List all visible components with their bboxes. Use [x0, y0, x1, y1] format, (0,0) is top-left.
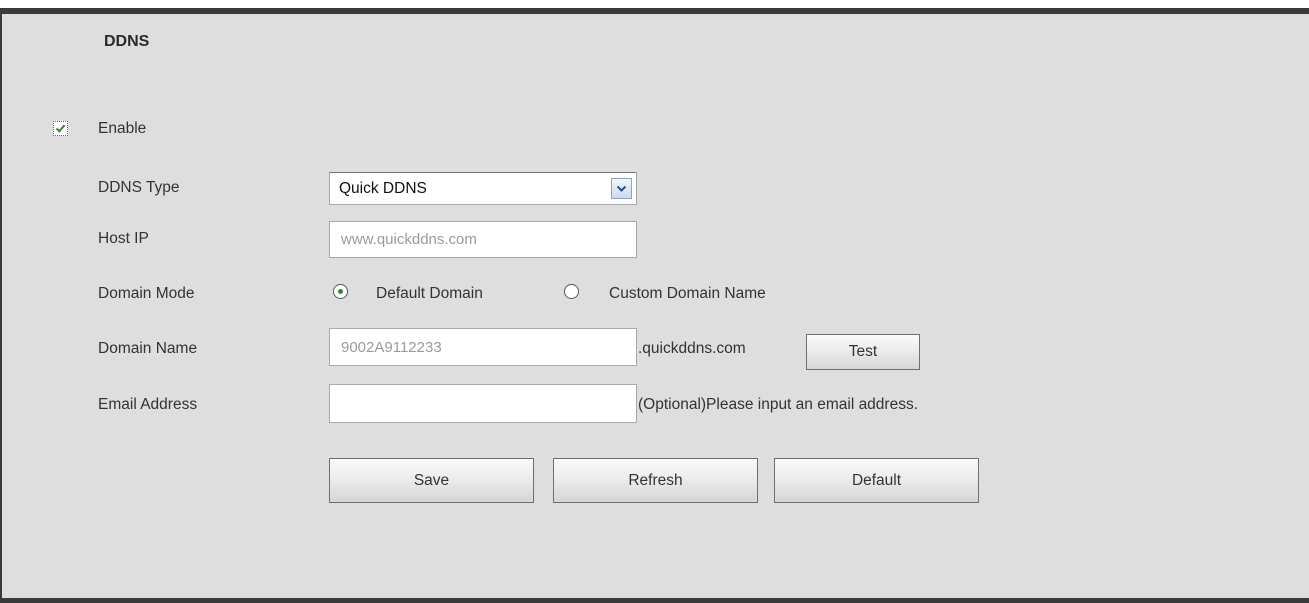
ddns-type-value: Quick DDNS — [339, 179, 427, 197]
radio-dot-icon — [338, 289, 343, 294]
host-ip-field[interactable]: www.quickddns.com — [329, 221, 637, 258]
radio-default-domain[interactable] — [333, 284, 348, 299]
refresh-button[interactable]: Refresh — [553, 458, 758, 503]
email-label: Email Address — [98, 396, 198, 413]
radio-custom-domain[interactable] — [564, 284, 579, 299]
check-icon — [55, 124, 66, 133]
domain-name-label: Domain Name — [98, 340, 198, 357]
ddns-type-label: DDNS Type — [98, 179, 180, 196]
email-field[interactable] — [329, 384, 637, 423]
save-button[interactable]: Save — [329, 458, 534, 503]
domain-suffix: .quickddns.com — [638, 340, 746, 357]
enable-checkbox[interactable] — [53, 121, 68, 136]
email-hint: (Optional)Please input an email address. — [638, 396, 919, 413]
default-domain-label: Default Domain — [376, 285, 483, 302]
test-button[interactable]: Test — [806, 334, 920, 370]
tab-ddns-label: DDNS — [104, 33, 150, 50]
custom-domain-label: Custom Domain Name — [609, 285, 766, 302]
chevron-down-icon[interactable] — [611, 178, 632, 199]
host-ip-label: Host IP — [98, 230, 149, 247]
host-ip-value: www.quickddns.com — [341, 231, 477, 248]
ddns-type-select[interactable]: Quick DDNS — [329, 172, 637, 205]
settings-panel — [2, 14, 1309, 598]
enable-label: Enable — [98, 120, 147, 137]
tab-ddns[interactable]: DDNS — [2, 14, 298, 70]
domain-name-field[interactable]: 9002A9112233 — [329, 328, 637, 366]
domain-name-value: 9002A9112233 — [341, 338, 442, 356]
default-button[interactable]: Default — [774, 458, 979, 503]
domain-mode-label: Domain Mode — [98, 285, 195, 302]
